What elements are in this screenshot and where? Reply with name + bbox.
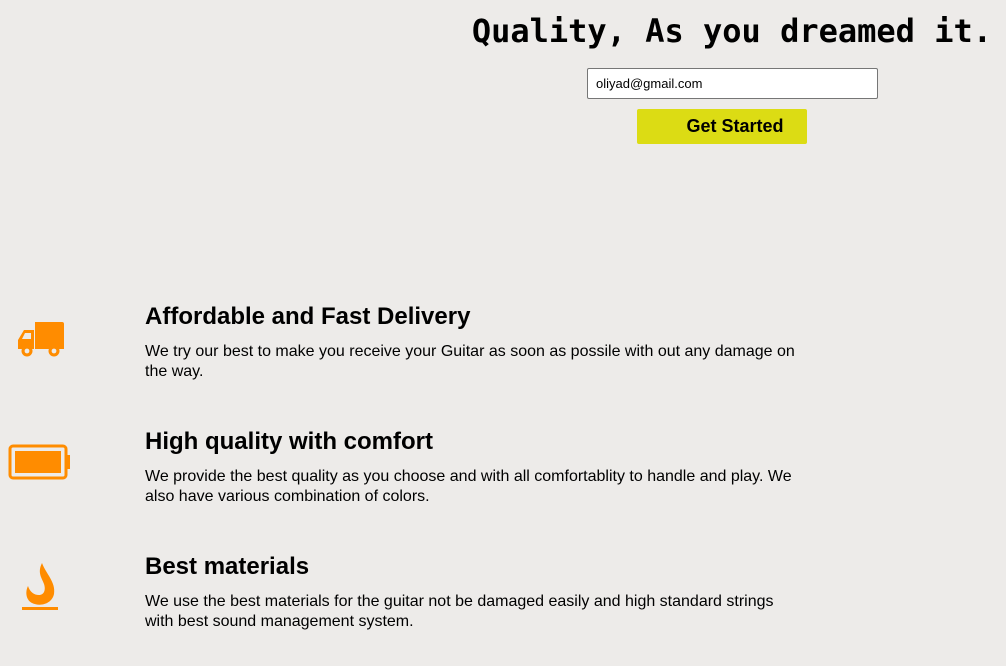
feature-description: We provide the best quality as you choos… bbox=[145, 468, 792, 505]
feature-quality: High quality with comfort We provide the… bbox=[0, 427, 1006, 527]
feature-materials: Best materials We use the best materials… bbox=[0, 552, 1006, 652]
feature-description: We try our best to make you receive your… bbox=[145, 343, 795, 380]
feature-title: Affordable and Fast Delivery bbox=[145, 303, 471, 330]
hero-title: Quality, As you dreamed it. bbox=[471, 12, 992, 50]
battery-full-icon bbox=[8, 444, 70, 480]
feature-title: High quality with comfort bbox=[145, 428, 433, 455]
fire-icon bbox=[22, 563, 58, 610]
feature-title: Best materials bbox=[145, 553, 310, 580]
truck-icon bbox=[18, 322, 64, 357]
get-started-button[interactable]: Get Started bbox=[637, 109, 807, 144]
feature-description: We use the best materials for the guitar… bbox=[145, 593, 774, 630]
feature-delivery: Affordable and Fast Delivery We try our … bbox=[0, 302, 1006, 402]
email-input[interactable] bbox=[587, 68, 878, 99]
